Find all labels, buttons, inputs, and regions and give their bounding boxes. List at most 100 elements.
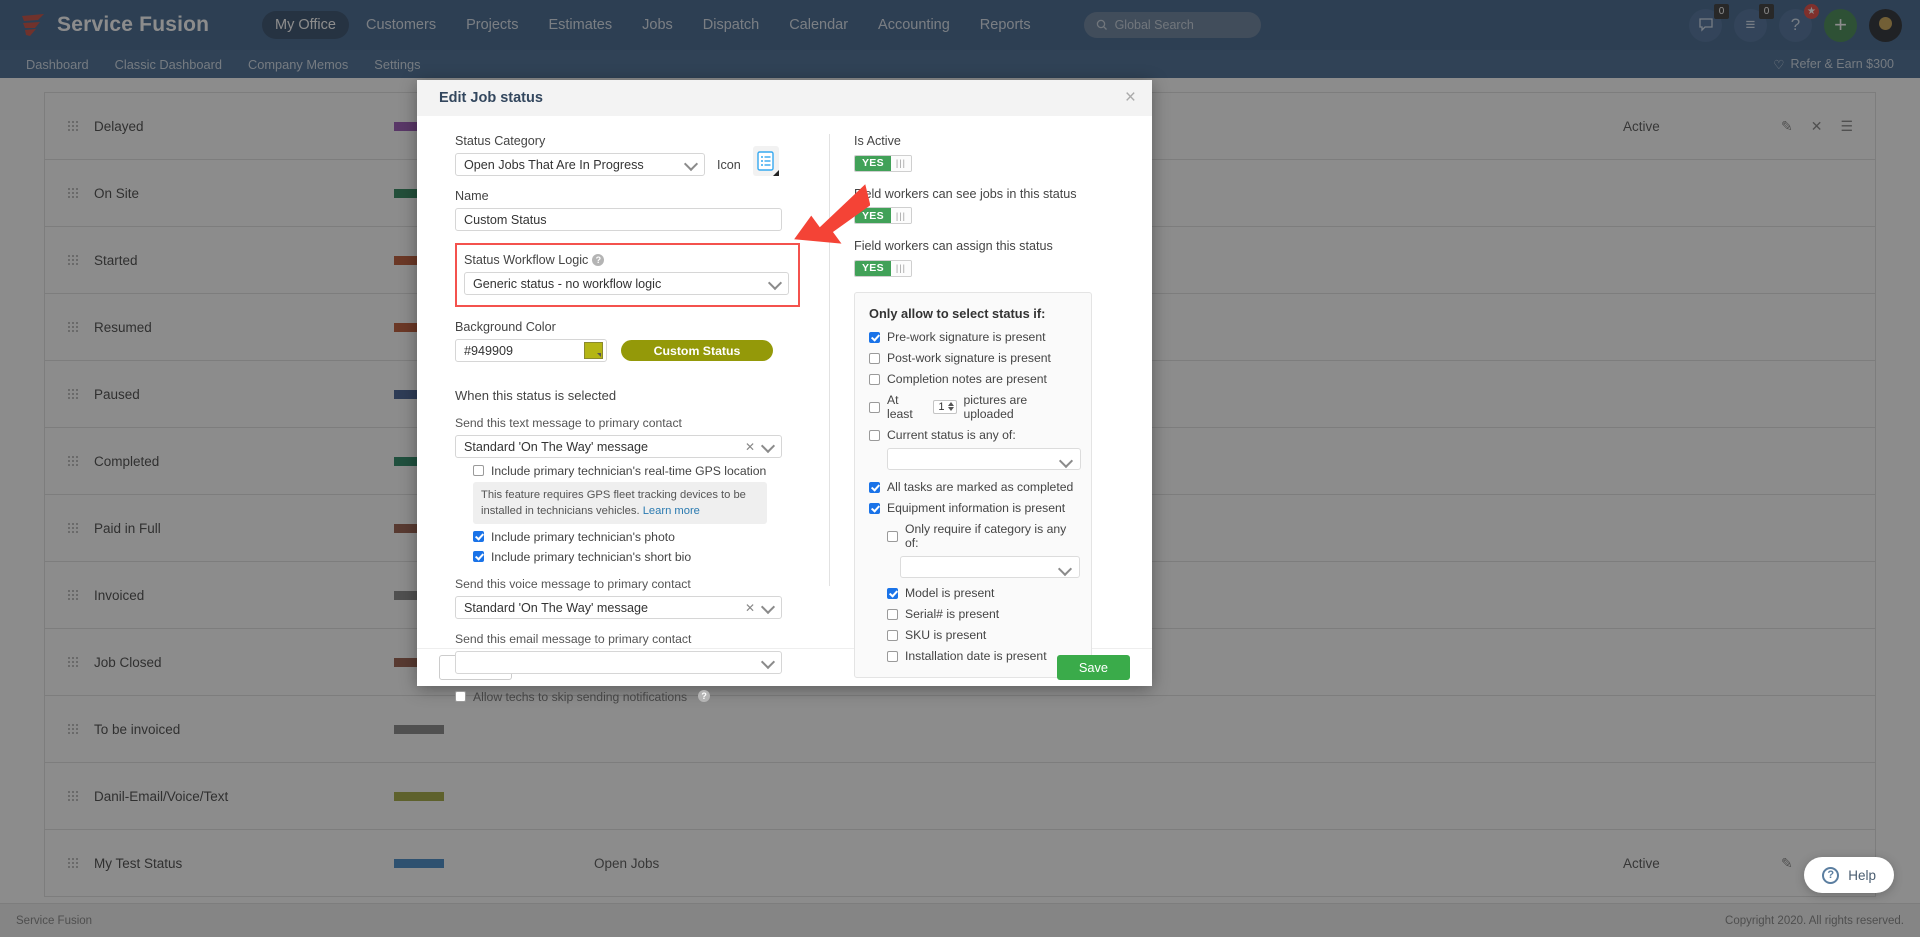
is-active-toggle-value: YES: [855, 155, 891, 171]
sku-present-checkbox[interactable]: [887, 629, 898, 641]
model-present-checkbox[interactable]: [887, 587, 898, 599]
dialog-header: Edit Job status ×: [417, 80, 1152, 116]
completion-notes-checkbox[interactable]: [869, 373, 880, 385]
workflow-logic-value: Generic status - no workflow logic: [473, 276, 662, 291]
pictures-suffix-label: pictures are uploaded: [963, 392, 1028, 421]
model-present-row[interactable]: Model is present: [887, 586, 1077, 600]
all-tasks-completed-label: All tasks are marked as completed: [887, 479, 1074, 494]
prework-signature-row[interactable]: Pre-work signature is present: [869, 330, 1077, 344]
help-icon[interactable]: ?: [698, 690, 711, 703]
stepper-arrows-icon[interactable]: [947, 402, 954, 411]
color-swatch-picker-icon[interactable]: [584, 342, 603, 359]
field-workers-assign-toggle[interactable]: YES |||: [854, 259, 912, 277]
postwork-signature-label: Post-work signature is present: [887, 350, 1051, 365]
skip-notifications-row[interactable]: Allow techs to skip sending notification…: [455, 690, 807, 704]
gps-note-text: This feature requires GPS fleet tracking…: [481, 489, 746, 518]
gps-location-label: Include primary technician's real-time G…: [491, 464, 767, 478]
equipment-info-row[interactable]: Equipment information is present: [869, 501, 1077, 515]
toggle-grip-icon: |||: [890, 208, 911, 223]
dialog-body: Status Category Open Jobs That Are In Pr…: [417, 116, 1152, 704]
is-active-toggle[interactable]: YES |||: [854, 154, 912, 172]
current-status-row[interactable]: Current status is any of:: [869, 428, 1077, 442]
name-label: Name: [455, 189, 489, 203]
document-list-icon: [757, 151, 775, 171]
sku-present-row[interactable]: SKU is present: [887, 628, 1077, 642]
chevron-down-icon: [686, 158, 697, 169]
gps-location-checkbox[interactable]: [473, 465, 484, 476]
field-workers-see-toggle[interactable]: YES |||: [854, 207, 912, 224]
completion-notes-row[interactable]: Completion notes are present: [869, 372, 1077, 386]
edit-job-status-dialog: Edit Job status × Status Category Open J…: [417, 80, 1152, 704]
require-category-label: Only require if category is any of:: [905, 521, 1067, 550]
background-color-input[interactable]: #949909: [455, 339, 607, 362]
question-mark-icon: ?: [1822, 866, 1840, 884]
bio-checkbox-row[interactable]: Include primary technician's short bio: [473, 550, 807, 564]
serial-present-checkbox[interactable]: [887, 608, 898, 620]
help-icon[interactable]: ?: [592, 254, 605, 266]
workflow-logic-select[interactable]: Generic status - no workflow logic: [464, 272, 789, 295]
help-widget[interactable]: ? Help: [1804, 857, 1894, 893]
installation-date-checkbox[interactable]: [887, 650, 898, 662]
serial-present-label: Serial# is present: [905, 606, 1000, 621]
clear-icon[interactable]: ✕: [745, 601, 755, 615]
pictures-prefix-label: At least: [887, 392, 913, 421]
postwork-signature-checkbox[interactable]: [869, 352, 880, 364]
name-value: Custom Status: [464, 212, 547, 227]
completion-notes-label: Completion notes are present: [887, 371, 1047, 386]
email-message-select[interactable]: [455, 651, 782, 675]
toggle-grip-icon: |||: [890, 260, 911, 276]
all-tasks-completed-row[interactable]: All tasks are marked as completed: [869, 480, 1077, 494]
photo-label: Include primary technician's photo: [491, 530, 675, 545]
postwork-signature-row[interactable]: Post-work signature is present: [869, 351, 1077, 365]
status-category-select[interactable]: Open Jobs That Are In Progress: [455, 153, 705, 176]
equipment-info-checkbox[interactable]: [869, 502, 880, 514]
serial-present-row[interactable]: Serial# is present: [887, 607, 1077, 621]
only-allow-title: Only allow to select status if:: [869, 305, 1046, 321]
gps-info-note: This feature requires GPS fleet tracking…: [473, 482, 767, 525]
save-button[interactable]: Save: [1056, 655, 1130, 680]
current-status-checkbox[interactable]: [869, 429, 880, 441]
name-input[interactable]: Custom Status: [455, 208, 782, 231]
email-message-label: Send this email message to primary conta…: [455, 632, 692, 647]
pictures-uploaded-checkbox[interactable]: [869, 401, 880, 413]
pictures-quantity-value: 1: [938, 400, 945, 413]
gps-location-checkbox-row[interactable]: Include primary technician's real-time G…: [473, 464, 807, 478]
dialog-right-column: Is Active YES ||| Field workers can see …: [830, 116, 1152, 678]
category-select[interactable]: [900, 555, 1080, 578]
gps-learn-more-link[interactable]: Learn more: [643, 505, 700, 517]
status-category-value: Open Jobs That Are In Progress: [464, 157, 644, 172]
status-workflow-logic-highlight: Status Workflow Logic? Generic status - …: [455, 243, 800, 307]
voice-message-select[interactable]: Standard 'On The Way' message ✕: [455, 596, 782, 620]
chevron-down-icon: [1061, 455, 1072, 466]
status-category-row: Status Category Open Jobs That Are In Pr…: [455, 134, 807, 176]
voice-message-field: Send this voice message to primary conta…: [455, 577, 807, 620]
when-status-selected-heading: When this status is selected: [455, 388, 617, 403]
dialog-left-column: Status Category Open Jobs That Are In Pr…: [417, 116, 829, 704]
clear-icon[interactable]: ✕: [745, 440, 755, 454]
background-color-row: #949909 Custom Status: [455, 339, 807, 362]
installation-date-row[interactable]: Installation date is present: [887, 649, 1077, 663]
field-workers-see-label: Field workers can see jobs in this statu…: [854, 186, 1077, 201]
text-message-value: Standard 'On The Way' message: [464, 439, 649, 454]
require-category-row[interactable]: Only require if category is any of:: [887, 522, 1077, 550]
all-tasks-completed-checkbox[interactable]: [869, 481, 880, 493]
pictures-quantity-stepper[interactable]: 1: [933, 399, 957, 414]
pictures-uploaded-row[interactable]: At least 1 pictures are uploaded: [869, 393, 1077, 421]
chevron-down-icon: [763, 601, 774, 612]
bio-checkbox[interactable]: [473, 551, 484, 563]
skip-notifications-checkbox[interactable]: [455, 691, 466, 703]
icon-label: Icon: [717, 158, 741, 172]
voice-message-value: Standard 'On The Way' message: [464, 600, 649, 615]
text-message-select[interactable]: Standard 'On The Way' message ✕: [455, 435, 782, 458]
current-status-label: Current status is any of:: [887, 427, 1016, 442]
field-workers-assign-label: Field workers can assign this status: [854, 239, 1053, 253]
close-icon[interactable]: ×: [1125, 88, 1136, 107]
field-workers-assign-toggle-value: YES: [855, 260, 891, 276]
photo-checkbox-row[interactable]: Include primary technician's photo: [473, 530, 807, 544]
prework-signature-checkbox[interactable]: [869, 331, 880, 343]
icon-picker-button[interactable]: [752, 146, 779, 176]
photo-checkbox[interactable]: [473, 531, 484, 543]
require-category-checkbox[interactable]: [887, 530, 898, 542]
current-status-select[interactable]: [887, 447, 1081, 470]
voice-message-label: Send this voice message to primary conta…: [455, 577, 691, 592]
